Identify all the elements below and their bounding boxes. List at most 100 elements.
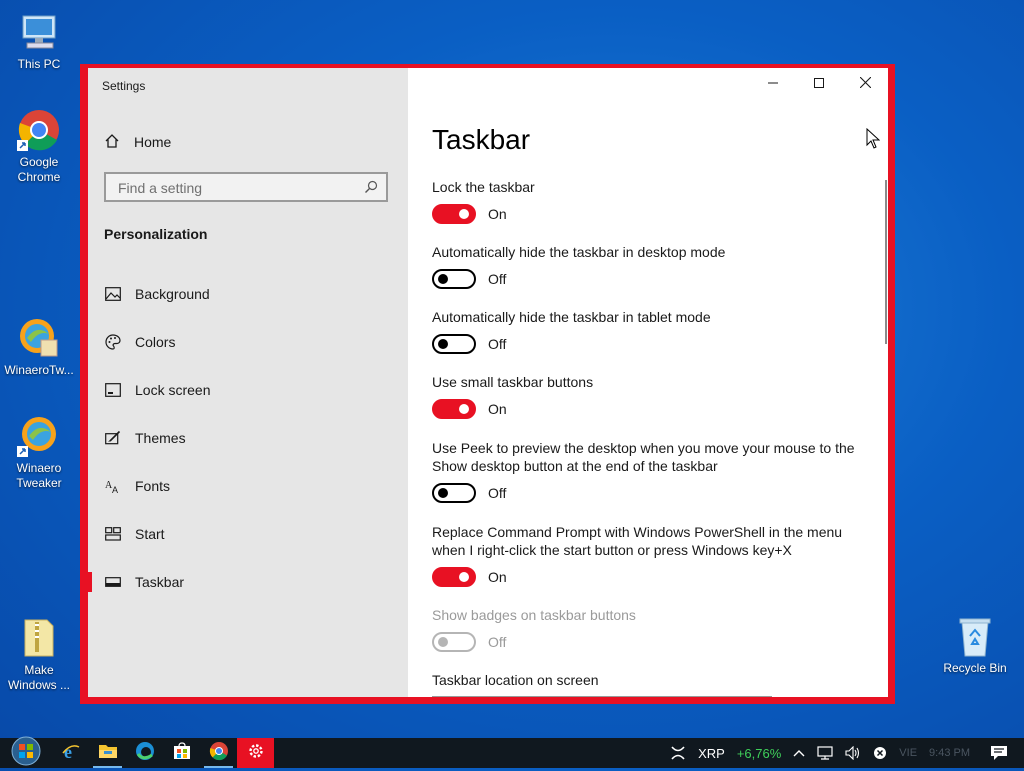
close-icon [859, 75, 871, 93]
settings-window: Settings Home Personalization Background [80, 64, 895, 704]
desktop-icon-winaero-tweaker[interactable]: Winaero Tweaker [1, 414, 77, 491]
volume-icon[interactable] [845, 746, 861, 760]
sidebar-item-label: Start [135, 526, 165, 542]
taskbar-internet-explorer[interactable]: e [52, 738, 89, 768]
sidebar-item-label: Colors [135, 334, 176, 350]
desktop-icon-label: WinaeroTw... [4, 363, 74, 377]
setting-label: Use small taskbar buttons [432, 374, 594, 390]
chevron-up-icon[interactable] [793, 749, 805, 757]
toggle-state: On [488, 206, 507, 222]
desktop-icon-label: Recycle Bin [943, 661, 1007, 675]
sidebar-item-label: Lock screen [135, 382, 211, 398]
windows-orb-icon [9, 736, 43, 771]
setting-label: Lock the taskbar [432, 179, 535, 195]
chrome-icon [209, 741, 229, 766]
autohide-desktop-toggle[interactable] [432, 269, 476, 289]
search-icon[interactable] [364, 180, 378, 199]
mute-cross-icon[interactable] [873, 746, 887, 760]
mouse-cursor-icon [866, 127, 881, 155]
internet-explorer-icon: e [61, 741, 81, 766]
setting-autohide-tablet: Automatically hide the taskbar in tablet… [432, 308, 872, 354]
nav-home[interactable]: Home [104, 128, 171, 156]
sidebar-item-themes[interactable]: Themes [88, 414, 408, 462]
sidebar-item-lock-screen[interactable]: Lock screen [88, 366, 408, 414]
taskbar-chrome[interactable] [200, 738, 237, 768]
autohide-tablet-toggle[interactable] [432, 334, 476, 354]
desktop-icon-label: Make Windows ... [7, 663, 70, 692]
setting-small-buttons: Use small taskbar buttons On [432, 373, 872, 419]
themes-icon [104, 429, 122, 447]
taskbar-icon [104, 573, 122, 591]
small-buttons-toggle[interactable] [432, 399, 476, 419]
setting-autohide-desktop: Automatically hide the taskbar in deskto… [432, 243, 872, 289]
sidebar-item-label: Background [135, 286, 210, 302]
home-icon [104, 133, 134, 152]
sidebar-item-fonts[interactable]: AA Fonts [88, 462, 408, 510]
page-title: Taskbar [432, 124, 531, 155]
setting-peek: Use Peek to preview the desktop when you… [432, 439, 872, 503]
maximize-icon [814, 75, 824, 93]
sidebar-item-label: Fonts [135, 478, 171, 494]
badges-toggle [432, 632, 476, 652]
peek-toggle[interactable] [432, 483, 476, 503]
desktop-icon-recycle-bin[interactable]: Recycle Bin [937, 614, 1013, 676]
setting-badges: Show badges on taskbar buttons Off [432, 606, 872, 652]
start-icon [104, 525, 122, 543]
language-indicator[interactable]: VIE [899, 747, 917, 759]
taskbar-file-explorer[interactable] [89, 738, 126, 768]
desktop-icon-this-pc[interactable]: This PC [1, 10, 77, 72]
network-icon[interactable] [817, 746, 833, 760]
desktop-icon-label: Winaero Tweaker [16, 461, 62, 490]
crypto-ticker-icon[interactable] [670, 745, 686, 761]
sidebar-item-taskbar[interactable]: Taskbar [88, 558, 408, 606]
minimize-icon [768, 75, 778, 93]
setting-label: Automatically hide the taskbar in deskto… [432, 244, 726, 260]
section-title: Personalization [104, 226, 208, 242]
taskbar-edge[interactable] [126, 738, 163, 768]
lock-taskbar-toggle[interactable] [432, 204, 476, 224]
setting-label: Show badges on taskbar buttons [432, 607, 636, 623]
taskbar-store[interactable] [163, 738, 200, 768]
desktop-icon-chrome[interactable]: Google Chrome [1, 108, 77, 185]
clock[interactable]: 9:43 PM [929, 747, 970, 759]
caption-buttons [750, 68, 888, 100]
setting-location: Taskbar location on screen [432, 671, 872, 689]
chrome-icon [17, 108, 61, 152]
action-center-icon[interactable] [990, 745, 1008, 761]
sidebar: Settings Home Personalization Background [88, 68, 408, 697]
desktop-icon-winaero-tw[interactable]: WinaeroTw... [1, 316, 77, 378]
minimize-button[interactable] [750, 68, 796, 100]
ticker-change: +6,76% [736, 745, 782, 761]
toggle-state: Off [488, 271, 507, 287]
setting-label: Use Peek to preview the desktop when you… [432, 440, 855, 474]
folder-zip-icon [17, 616, 61, 660]
setting-lock-taskbar: Lock the taskbar On [432, 178, 872, 224]
scrollbar[interactable] [885, 180, 887, 344]
winaero-icon [17, 316, 61, 360]
edge-icon [135, 741, 155, 766]
taskbar-settings[interactable] [237, 738, 274, 768]
desktop-icon-make-windows[interactable]: Make Windows ... [1, 616, 77, 693]
setting-label: Replace Command Prompt with Windows Powe… [432, 524, 843, 558]
location-dropdown[interactable] [432, 696, 772, 697]
sidebar-item-start[interactable]: Start [88, 510, 408, 558]
close-button[interactable] [842, 68, 888, 100]
nav-home-label: Home [134, 134, 172, 150]
maximize-button[interactable] [796, 68, 842, 100]
file-explorer-icon [98, 742, 118, 765]
ticker-symbol[interactable]: XRP [698, 746, 725, 761]
toggle-state: Off [488, 634, 507, 650]
lock-screen-icon [104, 381, 122, 399]
sidebar-item-label: Themes [135, 430, 186, 446]
recycle-bin-icon [953, 614, 997, 658]
sidebar-item-background[interactable]: Background [88, 270, 408, 318]
sidebar-item-colors[interactable]: Colors [88, 318, 408, 366]
powershell-toggle[interactable] [432, 567, 476, 587]
search-input[interactable] [116, 179, 360, 197]
store-icon [173, 741, 191, 765]
svg-text:A: A [112, 485, 118, 494]
search-box[interactable] [104, 172, 388, 202]
toggle-state: On [488, 401, 507, 417]
start-button[interactable] [0, 736, 52, 771]
winaero-tweaker-icon [17, 414, 61, 458]
